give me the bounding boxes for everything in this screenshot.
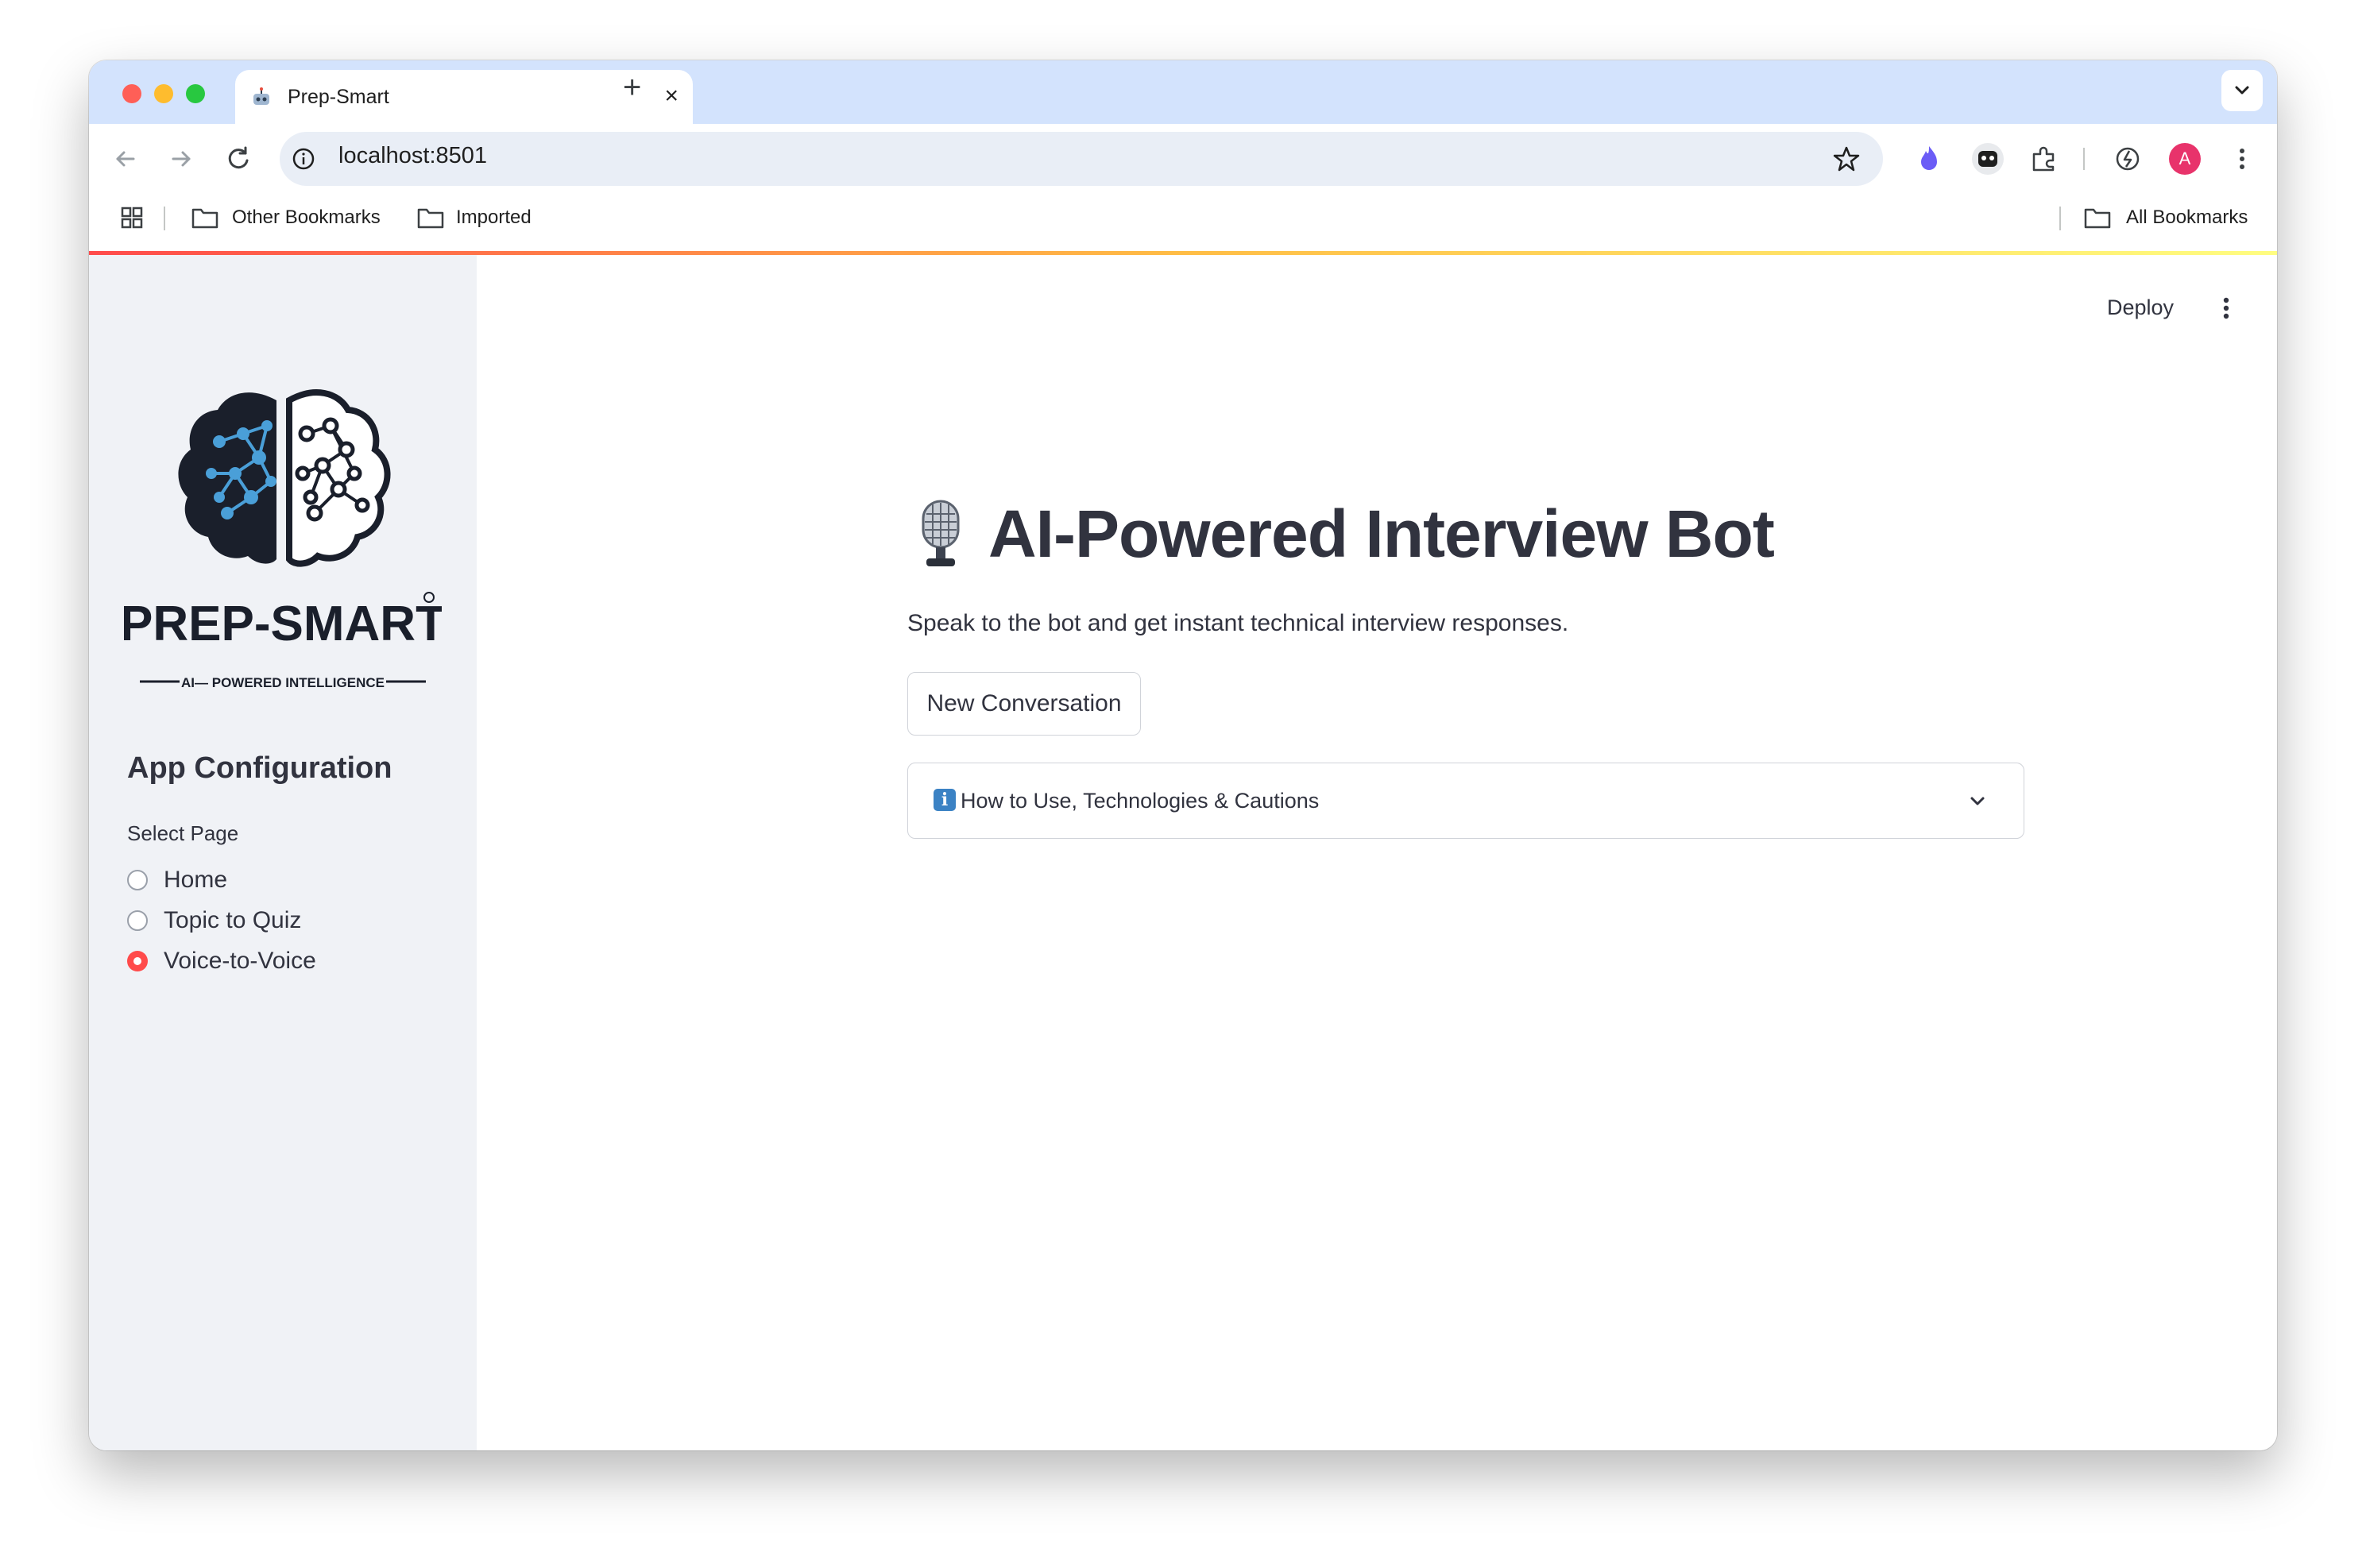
select-page-label: Select Page [127,821,239,845]
bookmark-star-icon[interactable] [1832,145,1861,173]
main-content [477,255,2277,1450]
deploy-button[interactable]: Deploy [2107,295,2174,320]
robot-favicon-icon [253,87,269,105]
site-info-icon[interactable] [291,146,316,172]
browser-window: Prep-Smart × + localhost:8501 A Other Bo… [89,60,2277,1450]
performance-icon[interactable] [2112,143,2144,175]
toolbar-divider [2083,148,2085,170]
tab-title: Prep-Smart [288,86,389,108]
expander-label: How to Use, Technologies & Cautions [961,789,1320,813]
logo-text: PREP-SMART [124,597,442,651]
reload-icon[interactable] [221,141,256,176]
bookmark-other[interactable]: Other Bookmarks [232,207,381,229]
radio-button[interactable] [127,870,148,890]
apps-grid-icon[interactable] [118,203,146,232]
maximize-window-button[interactable] [186,84,205,103]
chevron-down-icon[interactable] [1965,789,1990,814]
folder-icon [417,208,444,229]
page-header: AI-Powered Interview Bot [910,496,1775,573]
extension-flame-icon[interactable] [1913,143,1945,175]
radio-option-home[interactable]: Home [127,863,227,898]
profile-avatar[interactable]: A [2169,143,2201,175]
close-window-button[interactable] [122,84,141,103]
browser-menu-icon[interactable] [2226,143,2258,175]
back-arrow-icon[interactable] [108,141,143,176]
bookmarks-divider [164,207,165,230]
logo-tagline: AI— POWERED INTELLIGENCE [181,675,385,690]
extension-owl-icon[interactable] [1970,141,2005,176]
folder-icon [2084,208,2111,229]
extensions-puzzle-icon[interactable] [2028,143,2059,175]
radio-label: Voice-to-Voice [164,948,316,974]
radio-label: Home [164,867,228,893]
sidebar-heading: App Configuration [127,751,392,785]
new-conversation-button[interactable]: New Conversation [907,672,1141,736]
radio-option-topic-to-quiz[interactable]: Topic to Quiz [127,903,301,938]
new-tab-button[interactable]: + [623,70,641,106]
microphone-icon [922,500,960,566]
bookmark-all[interactable]: All Bookmarks [2126,207,2248,229]
url-text[interactable]: localhost:8501 [338,143,487,169]
radio-button-selected[interactable] [127,951,148,971]
tab-search-button[interactable] [2221,70,2263,111]
info-icon: i [934,789,956,811]
forward-arrow-icon[interactable] [164,141,199,176]
address-bar[interactable] [280,132,1883,186]
radio-option-voice-to-voice[interactable]: Voice-to-Voice [127,944,316,979]
chevron-down-icon [2235,86,2249,95]
page-title: AI-Powered Interview Bot [988,496,1775,571]
radio-label: Topic to Quiz [164,907,302,933]
close-tab-icon[interactable]: × [664,83,678,110]
page-subtitle: Speak to the bot and get instant technic… [907,610,1569,636]
bookmark-imported[interactable]: Imported [456,207,532,229]
prep-smart-logo: PREP-SMART AI— POWERED INTELLIGENCE [124,389,442,690]
app-menu-icon[interactable] [2210,292,2242,324]
bookmarks-divider [2059,207,2061,230]
minimize-window-button[interactable] [154,84,173,103]
info-expander[interactable]: i How to Use, Technologies & Cautions [907,763,2024,839]
radio-button[interactable] [127,910,148,931]
folder-icon [191,208,218,229]
